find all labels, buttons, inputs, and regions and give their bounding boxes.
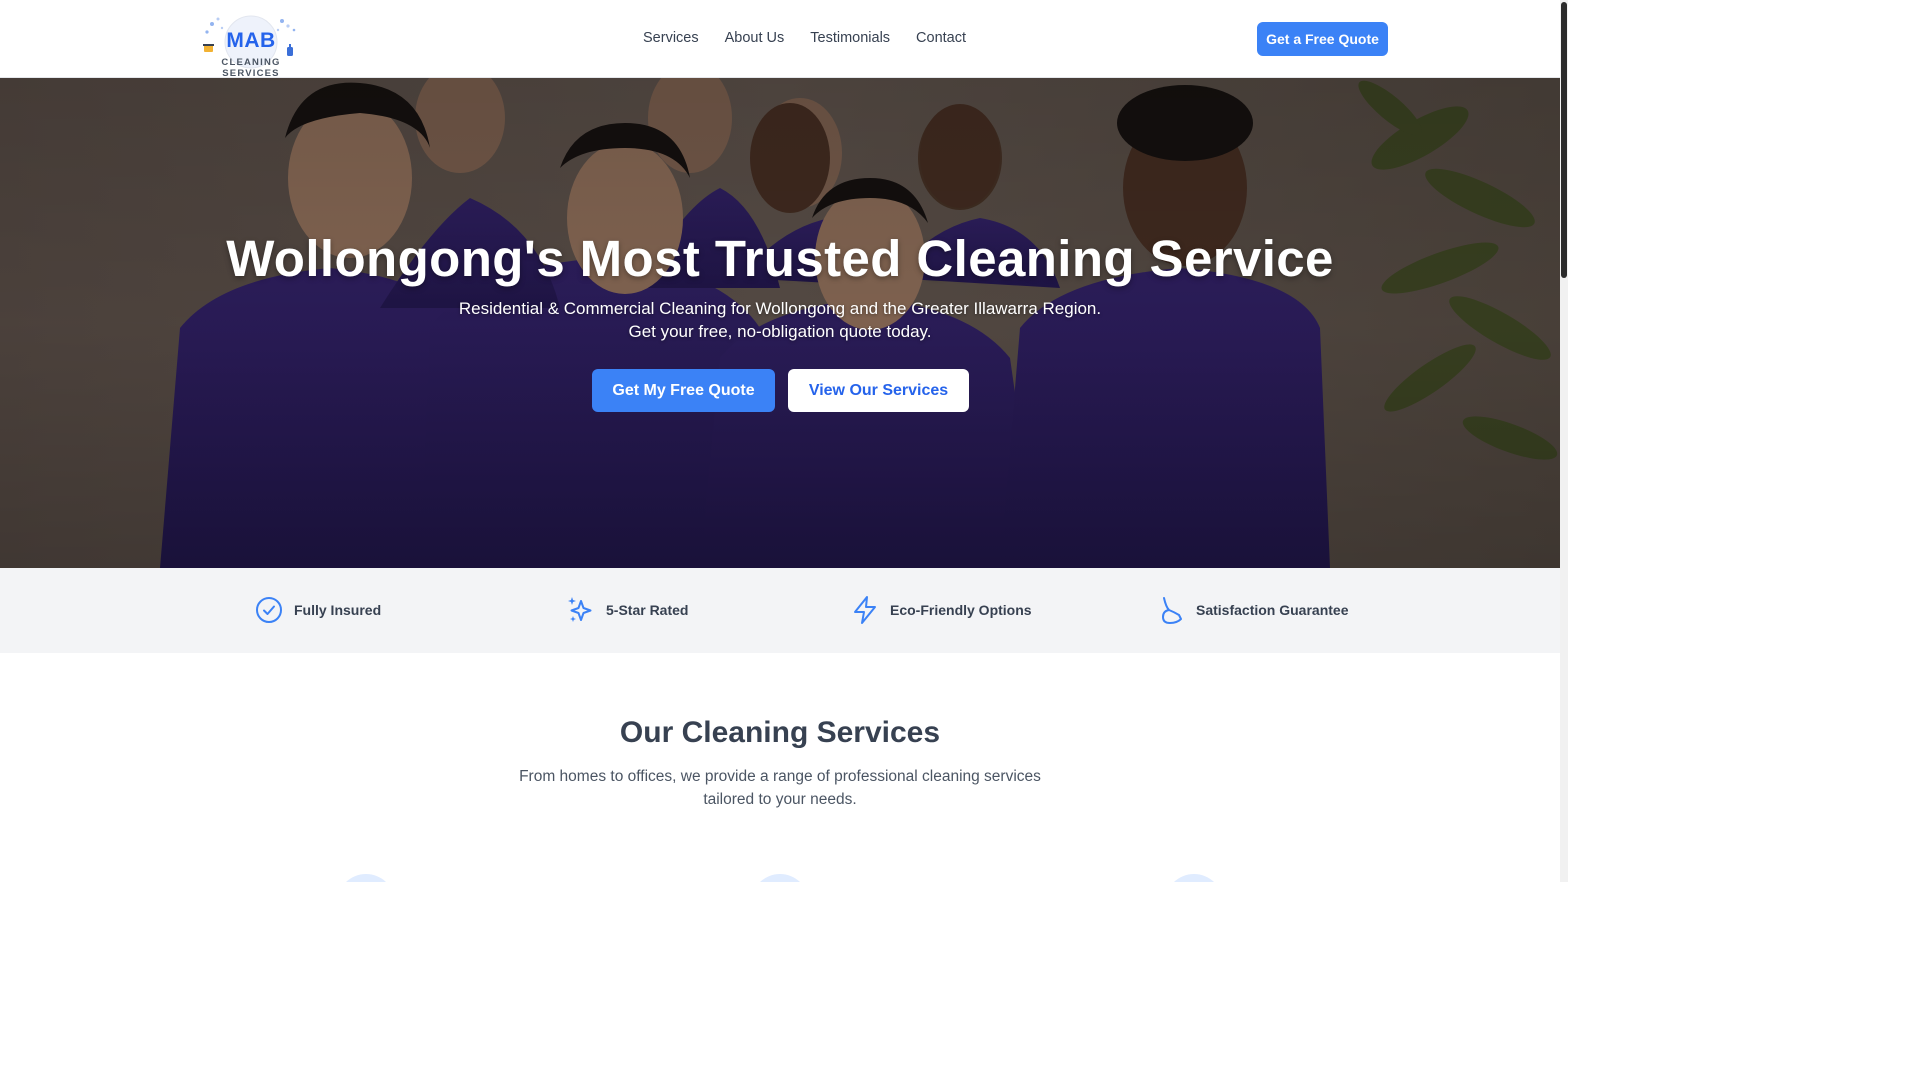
hero-subtitle-line1: Residential & Commercial Cleaning for Wo… <box>458 299 1102 318</box>
get-free-quote-button[interactable]: Get a Free Quote <box>1257 22 1388 56</box>
feature-label: Fully Insured <box>294 602 382 618</box>
page-scrollbar[interactable] <box>1560 0 1568 882</box>
logo-subtitle: CLEANING SERVICES <box>221 57 281 79</box>
page: MAB CLEANING SERVICES Services About Us … <box>0 0 1560 882</box>
feature-label: Satisfaction Guarantee <box>1196 602 1349 618</box>
hero-section: Wollongong's Most Trusted Cleaning Servi… <box>0 78 1560 568</box>
services-title: Our Cleaning Services <box>619 716 941 749</box>
sparkles-icon <box>566 595 596 625</box>
nav-link-services[interactable]: Services <box>643 30 699 46</box>
site-header: MAB CLEANING SERVICES Services About Us … <box>0 0 1560 79</box>
view-our-services-button[interactable]: View Our Services <box>788 369 969 412</box>
feature-label: 5-Star Rated <box>606 602 689 618</box>
feature-satisfaction-guarantee: Satisfaction Guarantee <box>1156 595 1349 625</box>
service-card-icon <box>337 874 395 882</box>
check-circle-icon <box>254 595 284 625</box>
hero-subtitle-line2: Get your free, no-obligation quote today… <box>628 322 932 341</box>
nav-link-contact[interactable]: Contact <box>916 30 966 46</box>
nav-link-testimonials[interactable]: Testimonials <box>810 30 890 46</box>
logo-text: MAB <box>226 29 276 52</box>
thumbs-up-icon <box>1156 595 1186 625</box>
hero-title: Wollongong's Most Trusted Cleaning Servi… <box>226 230 1334 287</box>
feature-5-star-rated: 5-Star Rated <box>566 595 688 625</box>
lightning-bolt-icon <box>850 595 880 625</box>
feature-fully-insured: Fully Insured <box>254 595 381 625</box>
feature-eco-friendly: Eco-Friendly Options <box>850 595 1032 625</box>
logo[interactable]: MAB CLEANING SERVICES <box>192 12 310 79</box>
service-card-icon <box>1165 874 1223 882</box>
services-description: From homes to offices, we provide a rang… <box>519 768 1041 808</box>
main-nav: Services About Us Testimonials Contact <box>643 30 966 46</box>
features-bar: Fully Insured 5-Star Rated Eco-Friendly … <box>0 568 1560 653</box>
nav-link-about-us[interactable]: About Us <box>725 30 785 46</box>
service-card-icon <box>751 874 809 882</box>
feature-label: Eco-Friendly Options <box>890 602 1032 618</box>
scrollbar-thumb[interactable] <box>1561 2 1567 278</box>
get-my-free-quote-button[interactable]: Get My Free Quote <box>592 369 775 412</box>
